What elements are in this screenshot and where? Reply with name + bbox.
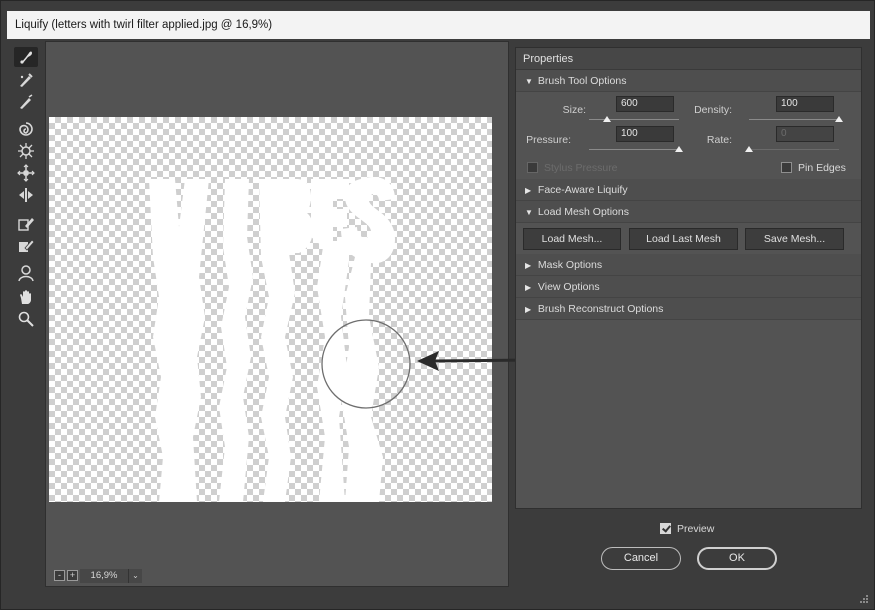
rate-input[interactable]: 0 — [776, 126, 834, 142]
properties-header: Properties — [516, 48, 861, 70]
freeze-mask-tool[interactable] — [14, 213, 38, 233]
smooth-icon — [20, 94, 33, 109]
resize-grip-icon[interactable] — [860, 595, 868, 603]
pin-edges-label: Pin Edges — [798, 162, 846, 174]
section-title: View Options — [537, 281, 600, 293]
load-last-mesh-button[interactable]: Load Last Mesh — [629, 228, 738, 250]
push-left-icon — [19, 188, 33, 202]
size-input[interactable]: 600 — [616, 96, 674, 112]
section-mask-options[interactable]: ▶ Mask Options — [516, 254, 861, 276]
stylus-pressure-label: Stylus Pressure — [544, 162, 618, 174]
pin-edges-checkbox[interactable] — [781, 162, 792, 173]
thaw-mask-icon — [19, 239, 35, 252]
pressure-slider[interactable] — [589, 149, 679, 150]
rate-slider[interactable] — [749, 149, 839, 150]
collapsed-triangle-icon: ▶ — [525, 261, 532, 270]
size-label: Size: — [562, 104, 586, 116]
forward-warp-icon — [20, 51, 32, 64]
section-brush-reconstruct-options[interactable]: ▶ Brush Reconstruct Options — [516, 298, 861, 320]
section-brush-tool-options[interactable]: ▼ Brush Tool Options — [516, 70, 861, 92]
density-slider[interactable] — [749, 119, 839, 120]
annotation-arrow — [417, 351, 530, 371]
zoom-dropdown-button[interactable]: ⌄ — [128, 569, 142, 583]
tool-column — [7, 41, 45, 591]
zoom-tool[interactable] — [14, 309, 38, 329]
face-tool[interactable] — [14, 263, 38, 283]
preview-label: Preview — [677, 523, 715, 535]
ok-button[interactable]: OK — [697, 547, 777, 570]
density-label: Density: — [694, 104, 732, 116]
section-title: Face-Aware Liquify — [537, 184, 628, 196]
section-face-aware-liquify[interactable]: ▶ Face-Aware Liquify — [516, 179, 861, 201]
expanded-triangle-icon: ▼ — [525, 208, 533, 217]
expanded-triangle-icon: ▼ — [525, 77, 533, 86]
zoom-level[interactable]: 16,9% — [80, 569, 128, 583]
collapsed-triangle-icon: ▶ — [525, 186, 532, 195]
preview-checkbox[interactable] — [660, 523, 671, 534]
reconstruct-icon — [20, 73, 33, 87]
rate-label: Rate: — [706, 134, 732, 146]
stylus-pressure-checkbox[interactable] — [527, 162, 538, 173]
zoom-controls: - + 16,9% ⌄ — [48, 568, 248, 584]
collapsed-triangle-icon: ▶ — [525, 283, 532, 292]
rate-slider-thumb[interactable] — [745, 146, 753, 152]
twirl-clockwise-tool[interactable] — [14, 119, 38, 139]
window-title: Liquify (letters with twirl filter appli… — [7, 11, 870, 39]
reconstruct-tool[interactable] — [14, 70, 38, 90]
size-slider-thumb[interactable] — [603, 116, 611, 122]
pressure-slider-thumb[interactable] — [675, 146, 683, 152]
density-input[interactable]: 100 — [776, 96, 834, 112]
twirl-clockwise-icon — [19, 122, 33, 136]
section-load-mesh-options[interactable]: ▼ Load Mesh Options — [516, 201, 861, 223]
pucker-icon — [18, 143, 34, 159]
zoom-icon — [18, 311, 34, 327]
freeze-mask-icon — [18, 218, 34, 231]
face-tool-icon — [18, 265, 34, 282]
zoom-in-button[interactable]: + — [67, 570, 78, 581]
zoom-out-button[interactable]: - — [54, 570, 65, 581]
section-view-options[interactable]: ▶ View Options — [516, 276, 861, 298]
thaw-mask-tool[interactable] — [14, 235, 38, 255]
pressure-label: Pressure: — [526, 134, 571, 146]
preview-canvas[interactable]: - + 16,9% ⌄ — [45, 41, 509, 587]
hand-icon — [20, 290, 31, 304]
liquified-artwork — [149, 177, 411, 502]
hand-tool[interactable] — [14, 287, 38, 307]
cancel-button[interactable]: Cancel — [601, 547, 681, 570]
smooth-tool[interactable] — [14, 92, 38, 112]
load-mesh-button[interactable]: Load Mesh... — [523, 228, 621, 250]
section-title: Load Mesh Options — [537, 206, 629, 218]
properties-panel: Properties ▼ Brush Tool Options Size: 60… — [515, 47, 862, 509]
save-mesh-button[interactable]: Save Mesh... — [745, 228, 844, 250]
density-slider-thumb[interactable] — [835, 116, 843, 122]
section-title: Brush Reconstruct Options — [537, 303, 664, 315]
pressure-input[interactable]: 100 — [616, 126, 674, 142]
section-title: Mask Options — [537, 259, 603, 271]
collapsed-triangle-icon: ▶ — [525, 305, 532, 314]
forward-warp-tool[interactable] — [14, 47, 38, 67]
bloat-tool[interactable] — [14, 163, 38, 183]
section-title: Brush Tool Options — [537, 75, 627, 87]
bloat-icon — [17, 164, 35, 182]
pucker-tool[interactable] — [14, 141, 38, 161]
push-left-tool[interactable] — [14, 185, 38, 205]
document-image[interactable] — [49, 117, 492, 502]
liquify-dialog: Liquify (letters with twirl filter appli… — [0, 0, 875, 610]
